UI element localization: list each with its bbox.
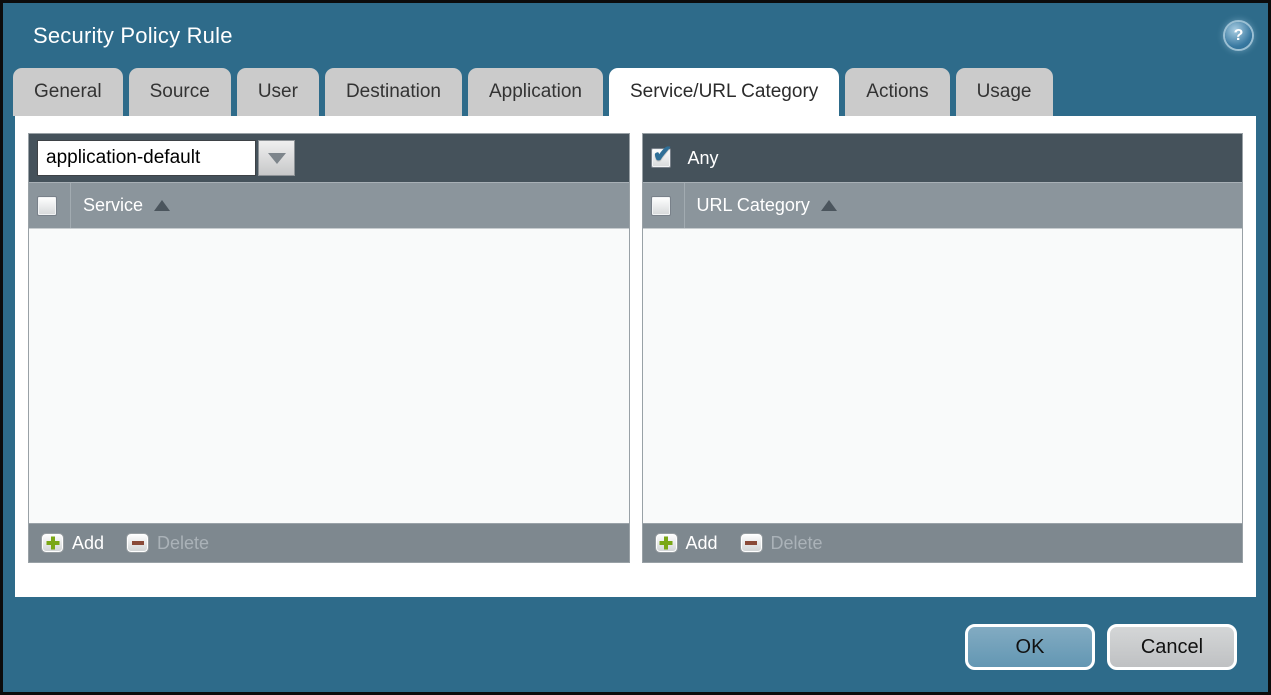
tab-content-service-url-category: Service Add Delete Any — [15, 116, 1256, 597]
select-all-services-checkbox[interactable] — [37, 195, 57, 216]
service-type-dropdown-button[interactable] — [258, 140, 295, 176]
tab-general[interactable]: General — [13, 68, 123, 116]
url-category-table-header: URL Category — [642, 182, 1242, 229]
service-list — [29, 229, 629, 523]
tab-usage[interactable]: Usage — [955, 68, 1053, 116]
dialog-title: Security Policy Rule — [33, 22, 233, 48]
url-category-panel: Any URL Category Add Delete — [641, 133, 1243, 563]
select-all-url-categories-checkbox[interactable] — [650, 195, 671, 216]
security-policy-rule-dialog: Security Policy Rule ? General Source Us… — [0, 0, 1271, 695]
tab-destination[interactable]: Destination — [324, 68, 462, 116]
add-service-label: Add — [72, 532, 105, 553]
service-toolbar — [29, 134, 629, 182]
any-checkbox[interactable] — [650, 140, 673, 169]
service-type-input[interactable] — [37, 140, 256, 176]
tab-actions[interactable]: Actions — [845, 68, 950, 116]
delete-url-category-button[interactable]: Delete — [739, 532, 823, 554]
service-column-label: Service — [83, 195, 144, 215]
url-category-footer: Add Delete — [642, 523, 1242, 562]
url-category-list — [642, 229, 1242, 523]
plus-icon — [654, 533, 678, 553]
service-panel: Service Add Delete — [28, 133, 630, 563]
sort-ascending-icon — [154, 200, 171, 211]
delete-url-category-label: Delete — [770, 532, 823, 553]
minus-icon — [126, 533, 150, 553]
tab-user[interactable]: User — [236, 68, 319, 116]
chevron-down-icon — [267, 152, 286, 164]
service-table-header: Service — [29, 182, 629, 229]
header-divider — [683, 183, 685, 228]
minus-icon — [739, 533, 763, 553]
tab-bar: General Source User Destination Applicat… — [3, 68, 1268, 116]
url-category-toolbar: Any — [642, 134, 1242, 182]
plus-icon — [41, 533, 64, 553]
url-category-column-label: URL Category — [696, 195, 810, 215]
sort-ascending-icon — [820, 200, 837, 211]
dialog-actions: OK Cancel — [965, 624, 1237, 670]
add-service-button[interactable]: Add — [41, 533, 104, 554]
add-url-category-button[interactable]: Add — [654, 532, 718, 554]
delete-service-label: Delete — [157, 532, 210, 553]
service-footer: Add Delete — [29, 523, 629, 562]
add-url-category-label: Add — [685, 532, 718, 553]
help-icon[interactable]: ? — [1225, 22, 1252, 49]
tab-service-url-category[interactable]: Service/URL Category — [608, 68, 840, 116]
cancel-button[interactable]: Cancel — [1107, 624, 1237, 670]
service-type-combobox — [37, 140, 295, 176]
header-divider — [70, 183, 71, 228]
service-column-header[interactable]: Service — [83, 195, 171, 216]
url-category-column-header[interactable]: URL Category — [697, 195, 837, 216]
tab-source[interactable]: Source — [128, 68, 231, 116]
delete-service-button[interactable]: Delete — [126, 533, 209, 554]
tab-application[interactable]: Application — [468, 68, 603, 116]
titlebar: Security Policy Rule ? — [3, 3, 1268, 68]
ok-button[interactable]: OK — [965, 624, 1095, 670]
any-label: Any — [687, 147, 719, 168]
